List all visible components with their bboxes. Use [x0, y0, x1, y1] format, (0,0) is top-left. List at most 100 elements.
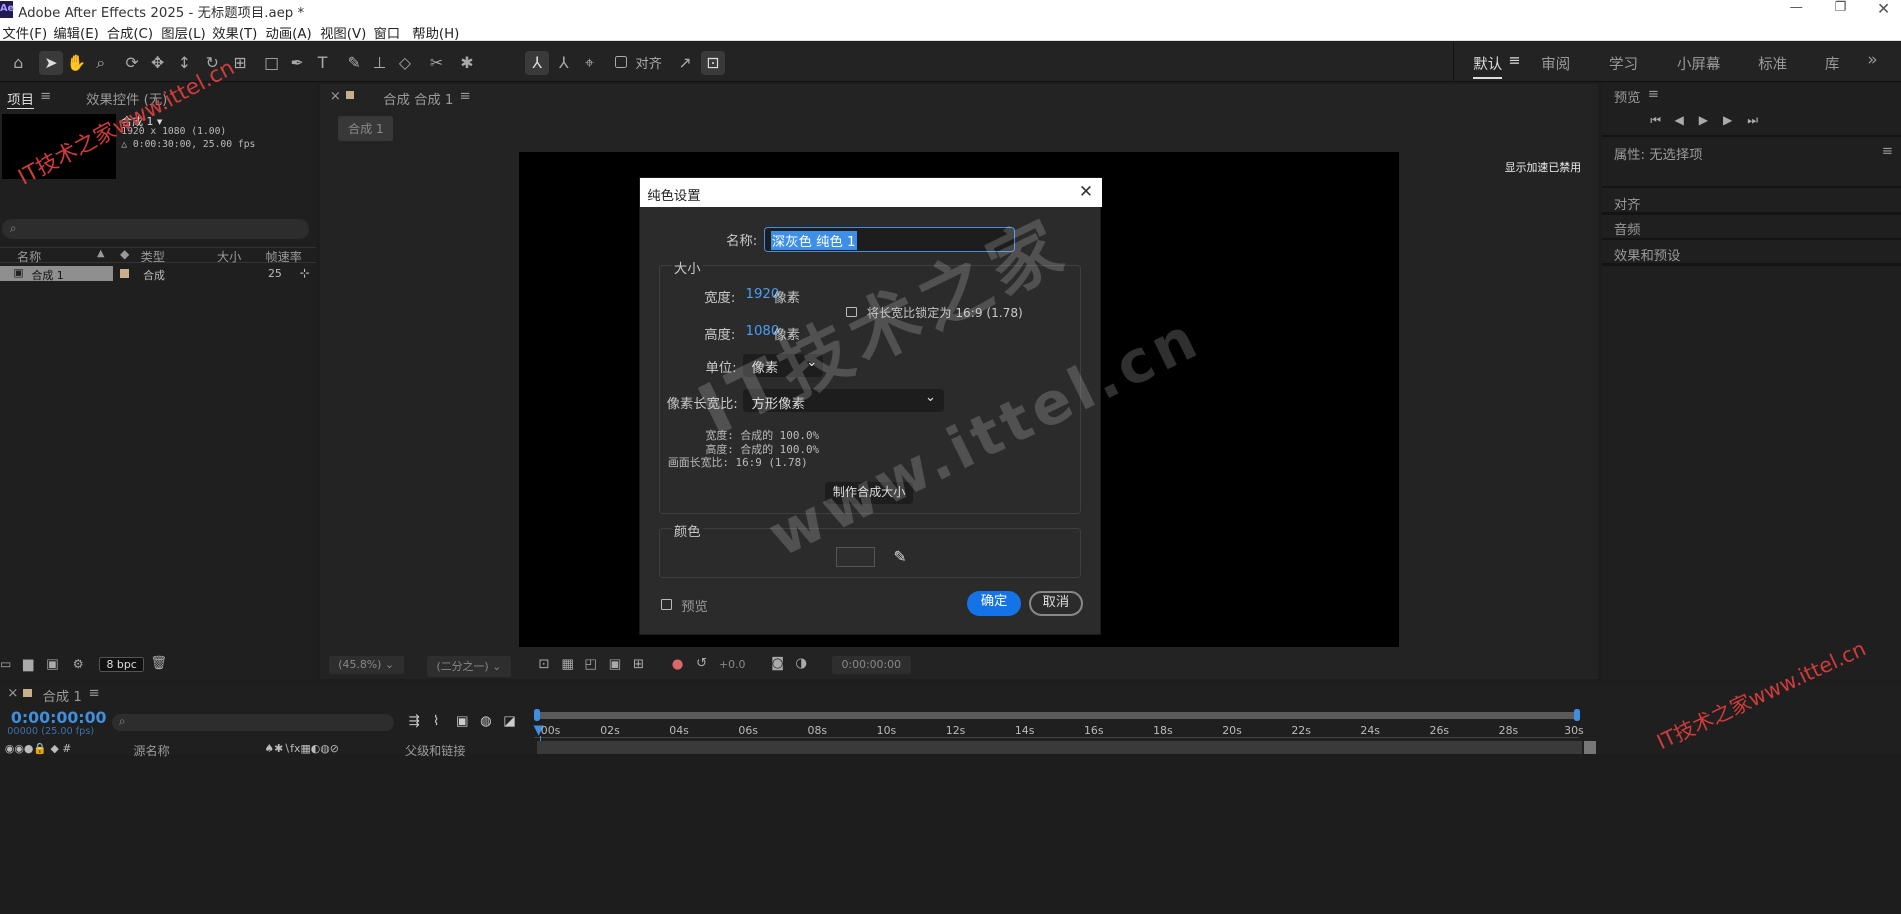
timeline-timecode[interactable]: 0:00:00:00 — [11, 708, 107, 727]
menu-layer[interactable]: 图层(L) — [161, 23, 205, 42]
menu-animation[interactable]: 动画(A) — [266, 23, 312, 42]
trash-icon[interactable]: 🗑 — [150, 656, 167, 671]
flowchart-icon[interactable]: ⊹ — [299, 266, 309, 280]
axis-view-icon[interactable]: ⌖ — [577, 51, 601, 75]
time-ruler[interactable] — [533, 720, 1579, 739]
tab-project[interactable]: 项目 — [7, 89, 34, 109]
transparency-grid-icon[interactable]: ▦ — [561, 657, 574, 672]
mask-visibility-icon[interactable]: ◰ — [584, 657, 597, 672]
workspace-review[interactable]: 审阅 — [1541, 53, 1570, 74]
timeline-tab[interactable]: 合成 1 — [42, 686, 81, 705]
close-window-icon[interactable]: ✕ — [1877, 0, 1890, 18]
current-time-field[interactable]: 0:00:00:00 — [831, 655, 911, 674]
new-folder-icon[interactable]: ▆ — [23, 657, 33, 672]
audio-panel-title[interactable]: 音频 — [1614, 219, 1641, 238]
layer-switches-icons[interactable]: ♠✱∖fx▦◐◍⊘ — [264, 742, 339, 755]
timeline-menu-icon[interactable]: ≡ — [89, 686, 100, 701]
col-source-name[interactable]: 源名称 — [133, 742, 169, 759]
menu-help[interactable]: 帮助(H) — [412, 23, 459, 42]
workspace-library[interactable]: 库 — [1825, 53, 1840, 74]
bpc-button[interactable]: 8 bpc — [99, 657, 144, 673]
snap-grid-icon[interactable]: ⊡ — [700, 50, 726, 76]
av-switches-icons[interactable]: ◉◉●🔒 ◆ # — [5, 742, 72, 755]
preview-menu-icon[interactable]: ≡ — [1648, 87, 1659, 102]
last-frame-icon[interactable]: ⏭ — [1747, 113, 1758, 128]
timeline-scrollbar[interactable] — [1583, 740, 1596, 755]
units-dropdown[interactable]: 像素 ⌄ — [743, 353, 824, 377]
play-icon[interactable]: ▶ — [1699, 113, 1708, 127]
grid-guides-icon[interactable]: ⊞ — [633, 657, 644, 672]
comp-tab-menu-icon[interactable]: ≡ — [460, 89, 471, 104]
snapshot-icon[interactable]: ◙ — [771, 656, 784, 671]
tab-effect-controls[interactable]: 效果控件 (无) — [86, 89, 167, 108]
timeline-search-input[interactable]: ⌕ — [111, 714, 395, 732]
eyedropper-icon[interactable]: ✎ — [893, 547, 906, 566]
label-color-swatch[interactable] — [120, 269, 129, 278]
snap-options-icon[interactable]: ↗ — [673, 51, 697, 75]
lock-aspect-checkbox[interactable] — [846, 306, 858, 318]
effects-presets-title[interactable]: 效果和预设 — [1614, 245, 1681, 264]
make-comp-size-button[interactable]: 制作合成大小 — [825, 482, 913, 505]
project-menu-icon[interactable]: ≡ — [40, 89, 51, 104]
snap-checkbox[interactable] — [614, 55, 627, 68]
prev-frame-icon[interactable]: ◀ — [1674, 113, 1683, 127]
new-comp-icon[interactable]: ▣ — [46, 657, 59, 672]
axis-world-icon[interactable]: ⅄ — [552, 51, 576, 75]
adjust-settings-icon[interactable]: ⚙ — [73, 657, 84, 671]
workspace-learn[interactable]: 学习 — [1609, 53, 1638, 74]
col-size[interactable]: 大小 — [217, 248, 241, 265]
ok-button[interactable]: 确定 — [967, 591, 1021, 616]
comp-tab-close-icon[interactable]: × — [330, 89, 341, 104]
resolution-dropdown[interactable]: (二分之一) ⌄ — [426, 655, 511, 677]
orbit-tool-icon[interactable]: ⟳ — [120, 51, 144, 75]
col-name[interactable]: 名称 — [17, 248, 41, 265]
menu-view[interactable]: 视图(V) — [320, 23, 366, 42]
pen-tool-icon[interactable]: ✒ — [285, 51, 309, 75]
restore-icon[interactable]: ❐ — [1835, 0, 1847, 15]
col-fps[interactable]: 帧速率 — [266, 248, 302, 265]
draft-3d-icon[interactable]: ⌇ — [433, 714, 440, 729]
color-channels-icon[interactable]: ● — [672, 657, 684, 672]
workspace-more-icon[interactable]: » — [1867, 50, 1877, 70]
project-row[interactable]: ▣ 合成 1 合成 25 ⊹ — [0, 265, 316, 282]
frame-blending-icon[interactable]: ◍ — [480, 714, 492, 729]
comp-tab[interactable]: 合成 合成 1 — [383, 89, 453, 108]
timeline-tab-close-icon[interactable]: × — [7, 686, 18, 701]
work-area-bar[interactable] — [537, 711, 1577, 719]
interpret-footage-icon[interactable]: ▭ — [0, 657, 11, 671]
region-interest-icon[interactable]: ▣ — [609, 657, 622, 672]
pixel-aspect-dropdown[interactable]: 方形像素 ⌄ — [743, 388, 945, 413]
show-snapshot-icon[interactable]: ◑ — [795, 656, 807, 671]
menu-composition[interactable]: 合成(C) — [107, 23, 153, 42]
type-tool-icon[interactable]: T — [310, 51, 334, 75]
menu-edit[interactable]: 编辑(E) — [53, 23, 98, 42]
axis-local-icon[interactable]: ⅄ — [525, 50, 550, 76]
eraser-tool-icon[interactable]: ◇ — [393, 51, 417, 75]
next-frame-icon[interactable]: ▶ — [1723, 113, 1732, 127]
preview-checkbox[interactable] — [660, 598, 672, 610]
clone-tool-icon[interactable]: ⊥ — [367, 51, 391, 75]
label-tag-icon[interactable]: ◆ — [120, 247, 129, 261]
exposure-value[interactable]: +0.0 — [719, 658, 745, 671]
col-parent-link[interactable]: 父级和链接 — [405, 742, 466, 759]
shy-layers-icon[interactable]: ▣ — [456, 714, 469, 729]
project-search-input[interactable]: ⌕ — [2, 219, 310, 239]
workspace-small-screen[interactable]: 小屏幕 — [1677, 53, 1721, 74]
cancel-button[interactable]: 取消 — [1029, 591, 1083, 616]
rectangle-tool-icon[interactable]: □ — [259, 51, 283, 75]
name-input[interactable]: 深灰色 纯色 1 — [763, 226, 1015, 252]
dialog-close-icon[interactable]: ✕ — [1079, 182, 1093, 202]
sort-up-icon[interactable]: ▲ — [97, 248, 104, 259]
pan-tool-icon[interactable]: ✥ — [146, 51, 170, 75]
zoom-tool-icon[interactable]: ⌕ — [89, 51, 113, 75]
selection-tool-icon[interactable]: ➤ — [38, 50, 64, 76]
minimize-icon[interactable]: — — [1790, 0, 1803, 15]
col-type[interactable]: 类型 — [141, 248, 165, 265]
dolly-tool-icon[interactable]: ↕ — [172, 51, 196, 75]
fast-preview-icon[interactable]: ⊡ — [538, 657, 549, 672]
align-panel-title[interactable]: 对齐 — [1614, 194, 1641, 213]
first-frame-icon[interactable]: ⏮ — [1650, 113, 1661, 128]
zoom-dropdown[interactable]: (45.8%) ⌄ — [328, 655, 404, 674]
motion-blur-icon[interactable]: ◪ — [503, 714, 516, 729]
comp-flowchart-icon[interactable]: ⇶ — [409, 714, 420, 729]
